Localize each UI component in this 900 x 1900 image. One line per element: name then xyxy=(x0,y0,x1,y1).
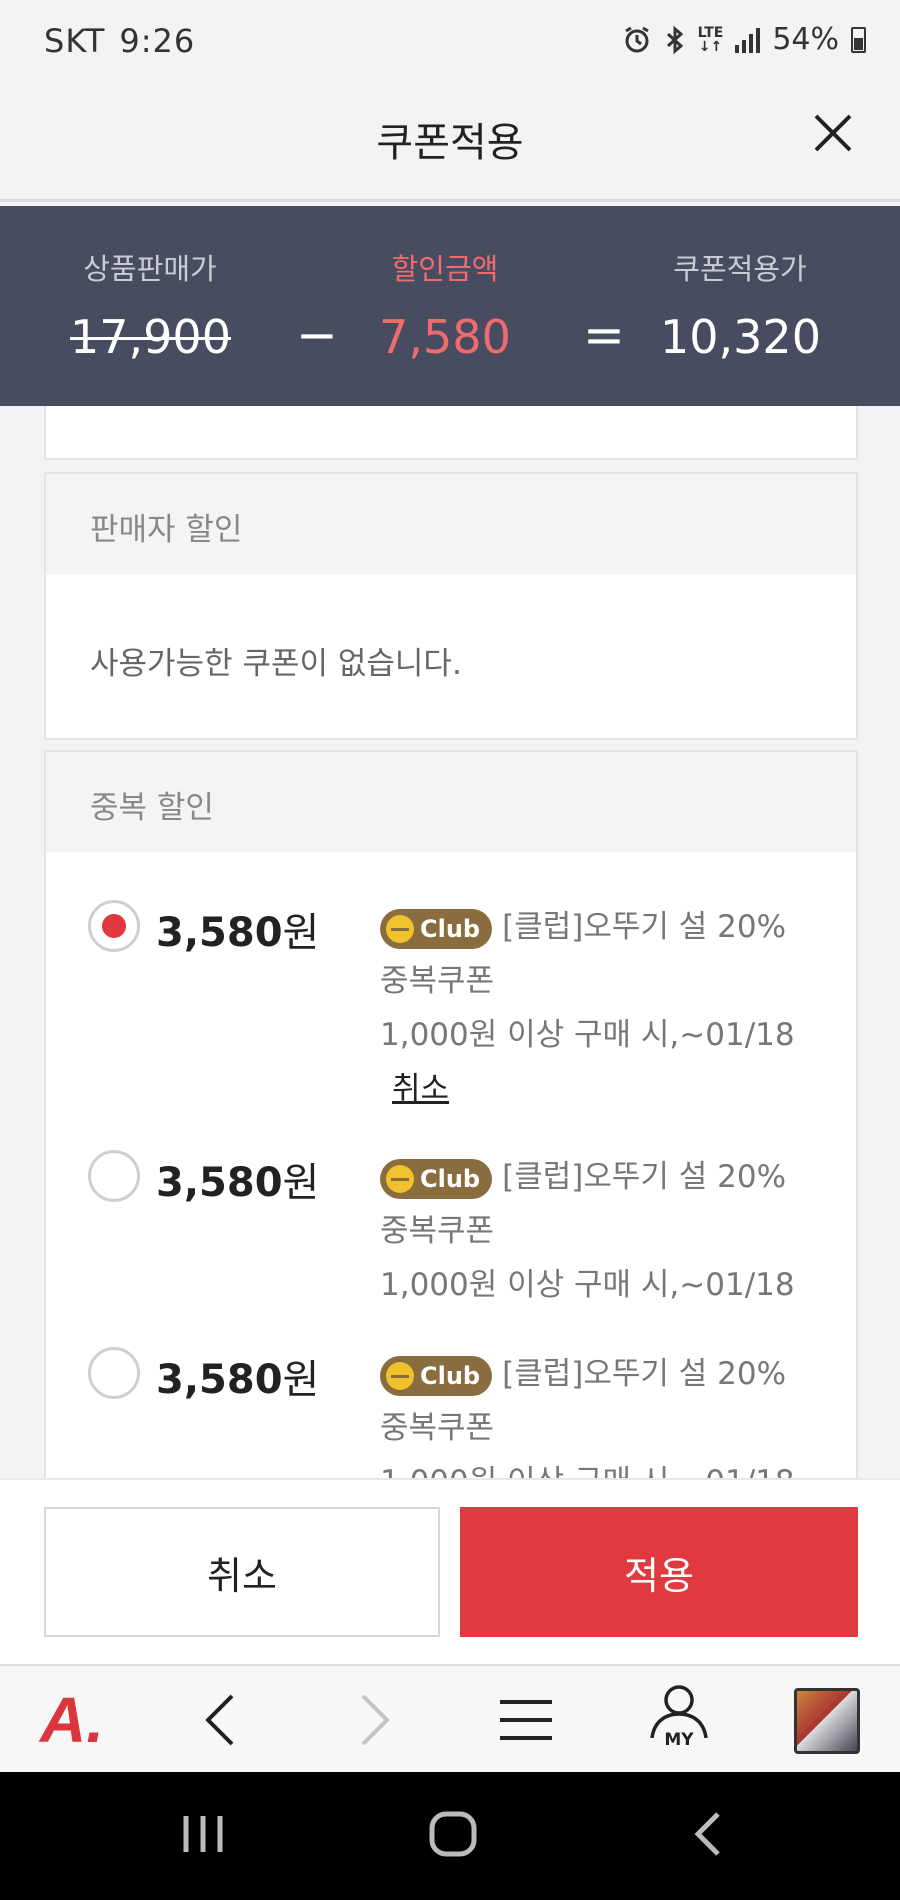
lte-indicator: LTE ↓↑ xyxy=(697,24,724,55)
back-arrow-icon xyxy=(694,1812,720,1856)
modal-header: 쿠폰적용 xyxy=(0,72,900,202)
menu-button[interactable] xyxy=(498,1686,554,1754)
recents-icon xyxy=(183,1816,223,1852)
system-back-button[interactable] xyxy=(690,1810,724,1862)
coupon-list-area[interactable]: 판매자 할인 사용가능한 쿠폰이 없습니다. 중복 할인 3,580원 Club… xyxy=(0,406,900,1478)
coupon-amount: 3,580원 xyxy=(156,1160,320,1206)
club-badge: Club xyxy=(380,908,493,949)
home-button[interactable] xyxy=(428,1810,478,1862)
discount-block: 할인금액 7,580 xyxy=(370,246,520,364)
coupon-info: Club[클럽]오뚜기 설 20% 중복쿠폰 1,000원 이상 구매 시,~0… xyxy=(380,1347,820,1478)
chevron-right-icon xyxy=(361,1694,390,1746)
signal-icon xyxy=(735,27,761,53)
home-icon xyxy=(429,1811,477,1857)
discount-value: 7,580 xyxy=(379,310,511,364)
coupon-radio[interactable] xyxy=(88,1150,140,1202)
tab-thumbnail[interactable] xyxy=(794,1688,860,1754)
bluetooth-icon xyxy=(666,25,683,54)
duplicate-discount-section: 중복 할인 3,580원 Club [클럽]오뚜기 설 20% 중복쿠폰 1,00… xyxy=(44,750,858,1478)
alarm-icon xyxy=(624,26,649,52)
discount-label: 할인금액 xyxy=(391,252,499,286)
close-icon xyxy=(814,114,852,152)
final-price-label: 쿠폰적용가 xyxy=(673,252,807,286)
club-icon xyxy=(386,1164,414,1193)
seller-discount-section: 판매자 할인 사용가능한 쿠폰이 없습니다. xyxy=(44,472,858,740)
action-bar: 취소 적용 xyxy=(0,1478,900,1664)
final-price-block: 쿠폰적용가 10,320 xyxy=(660,246,821,364)
page-title: 쿠폰적용 xyxy=(376,120,524,166)
coupon-condition: 1,000원 이상 구매 시,~01/18 xyxy=(380,1464,795,1478)
my-label: MY xyxy=(664,1730,694,1750)
coupon-condition: 1,000원 이상 구매 시,~01/18 xyxy=(380,1017,795,1053)
hamburger-icon xyxy=(500,1700,552,1740)
equals-sign: = xyxy=(583,306,625,364)
close-button[interactable] xyxy=(808,108,858,158)
club-badge: Club xyxy=(380,1355,493,1396)
price-summary: 상품판매가 17,900 − 할인금액 7,580 = 쿠폰적용가 10,320 xyxy=(0,206,900,406)
coupon-amount: 3,580원 xyxy=(156,1357,320,1403)
back-button[interactable] xyxy=(200,1686,240,1754)
browser-toolbar: A. MY xyxy=(0,1664,900,1772)
coupon-info: Club[클럽]오뚜기 설 20% 중복쿠폰 1,000원 이상 구매 시,~0… xyxy=(380,1150,820,1312)
battery-icon xyxy=(851,26,866,53)
home-logo[interactable]: A. xyxy=(40,1688,104,1756)
cancel-button[interactable]: 취소 xyxy=(44,1507,440,1637)
forward-button[interactable] xyxy=(355,1686,395,1754)
chevron-left-icon xyxy=(205,1694,234,1746)
coupon-info: Club[클럽]오뚜기 설 20% 중복쿠폰 1,000원 이상 구매 시,~0… xyxy=(380,900,820,1116)
minus-sign: − xyxy=(296,306,338,364)
carrier-label: SKT xyxy=(44,22,106,60)
original-price-label: 상품판매가 xyxy=(83,252,217,286)
coupon-condition: 1,000원 이상 구매 시,~01/18 xyxy=(380,1267,795,1303)
coupon-radio[interactable] xyxy=(88,1347,140,1399)
original-price-block: 상품판매가 17,900 xyxy=(70,246,231,364)
coupon-radio[interactable] xyxy=(88,900,140,952)
coupon-amount: 3,580원 xyxy=(156,910,320,956)
original-price-value: 17,900 xyxy=(70,310,231,364)
system-nav-bar xyxy=(0,1772,900,1900)
final-price-value: 10,320 xyxy=(660,310,821,364)
previous-section-card xyxy=(44,406,858,460)
my-page-button[interactable]: MY xyxy=(648,1682,710,1758)
battery-percent: 54% xyxy=(772,22,839,57)
empty-message: 사용가능한 쿠폰이 없습니다. xyxy=(90,646,462,682)
club-badge: Club xyxy=(380,1158,493,1199)
recents-button[interactable] xyxy=(180,1810,226,1862)
section-title: 판매자 할인 xyxy=(46,474,856,574)
clock: 9:26 xyxy=(119,22,196,60)
coupon-cancel-link[interactable]: 취소 xyxy=(392,1062,449,1116)
apply-button[interactable]: 적용 xyxy=(460,1507,858,1637)
club-icon xyxy=(386,914,414,943)
club-icon xyxy=(386,1361,414,1390)
status-bar: SKT 9:26 LTE ↓↑ 54% xyxy=(0,0,900,72)
section-title: 중복 할인 xyxy=(46,752,856,852)
